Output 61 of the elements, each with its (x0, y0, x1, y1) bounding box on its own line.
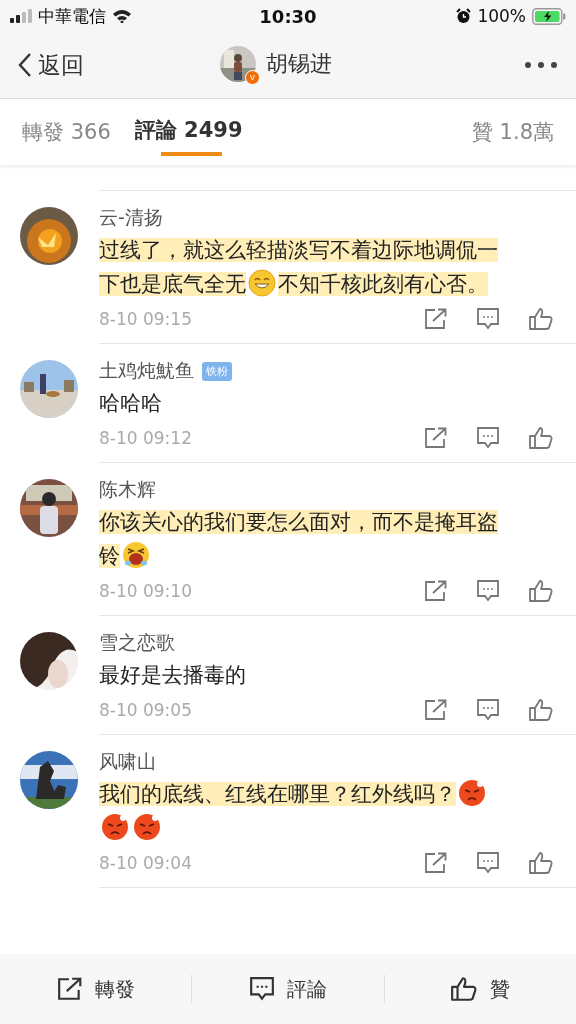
commenter-name[interactable]: 云-清扬 (99, 205, 163, 231)
comment-icon[interactable] (476, 579, 500, 603)
clock-time: 10:30 (259, 5, 317, 27)
profile-name: 胡锡进 (266, 50, 332, 78)
comment-text: 铃 (99, 544, 120, 568)
alarm-icon (456, 8, 472, 24)
more-icon[interactable] (524, 61, 558, 69)
comment-time: 8-10 09:05 (99, 700, 192, 720)
battery-charging-icon (532, 7, 566, 25)
crying-emoji-icon (122, 541, 150, 569)
comment-time: 8-10 09:12 (99, 428, 192, 448)
share-button[interactable]: 轉發 (0, 974, 192, 1004)
thumbs-up-icon[interactable] (528, 426, 554, 450)
share-icon[interactable] (424, 852, 448, 874)
comment-time: 8-10 09:15 (99, 309, 192, 329)
comment-text: 最好是去播毒的 (99, 663, 246, 687)
comment-text: 我们的底线、红线在哪里？红外线吗？ (99, 782, 456, 806)
share-icon (56, 977, 83, 1001)
thumbs-up-icon[interactable] (528, 579, 554, 603)
thumbs-up-icon[interactable] (528, 698, 554, 722)
commenter-name[interactable]: 雪之恋歌 (99, 630, 175, 656)
verified-badge: v (245, 70, 260, 85)
angry-emoji-icon (458, 779, 486, 807)
thumbs-up-icon[interactable] (528, 307, 554, 331)
comment-icon[interactable] (476, 698, 500, 722)
share-icon[interactable] (424, 699, 448, 721)
tab[interactable]: 轉發 366 (22, 110, 111, 154)
likes-count[interactable]: 贊 1.8萬 (471, 118, 554, 146)
comment-text: 哈哈哈 (99, 391, 162, 415)
comment-text: 不知千核此刻有心否。 (278, 272, 488, 296)
comment-text: 下也是底气全无 (99, 272, 246, 296)
share-icon[interactable] (424, 580, 448, 602)
chevron-left-icon (18, 52, 32, 78)
comment-icon[interactable] (476, 307, 500, 331)
comment-icon (249, 976, 275, 1002)
commenter-name[interactable]: 陈木辉 (99, 477, 156, 503)
angry-emoji-icon (101, 813, 129, 841)
signal-icon (10, 9, 32, 23)
comment-time: 8-10 09:10 (99, 581, 192, 601)
fan-badge: 铁粉 (202, 361, 232, 381)
comment-icon[interactable] (476, 851, 500, 875)
battery-percent: 100% (477, 6, 526, 26)
commenter-name[interactable]: 土鸡炖魷鱼 (99, 358, 194, 384)
comment-time: 8-10 09:04 (99, 853, 192, 873)
comment-text: 过线了，就这么轻描淡写不着边际地调侃一 (99, 238, 498, 262)
grinning-emoji-icon (248, 269, 276, 297)
carrier-name: 中華電信 (38, 4, 106, 28)
wifi-icon (112, 9, 132, 23)
back-label[interactable]: 返回 (38, 49, 84, 81)
like-button[interactable]: 贊 (384, 974, 576, 1004)
thumbs-up-icon (450, 976, 479, 1002)
comment-button[interactable]: 評論 (192, 974, 384, 1004)
tab[interactable]: 評論 2499 (134, 108, 243, 156)
commenter-name[interactable]: 风啸山 (99, 749, 156, 775)
comment-text: 你该关心的我们要怎么面对，而不是掩耳盗 (99, 510, 498, 534)
thumbs-up-icon[interactable] (528, 851, 554, 875)
comment-icon[interactable] (476, 426, 500, 450)
angry-emoji-icon (133, 813, 161, 841)
share-icon[interactable] (424, 308, 448, 330)
back-button[interactable]: 返回 (18, 49, 84, 81)
share-icon[interactable] (424, 427, 448, 449)
